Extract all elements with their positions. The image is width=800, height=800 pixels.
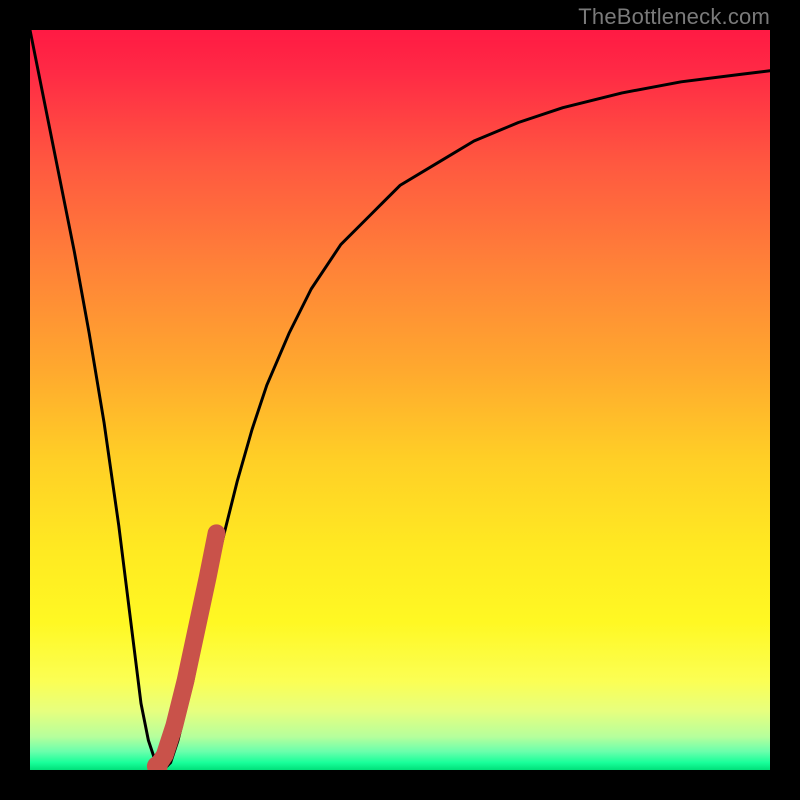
bottleneck-curve	[30, 30, 770, 770]
highlight-segment	[157, 533, 216, 766]
chart-frame: TheBottleneck.com	[0, 0, 800, 800]
plot-area	[30, 30, 770, 770]
chart-svg	[30, 30, 770, 770]
watermark-text: TheBottleneck.com	[578, 4, 770, 30]
